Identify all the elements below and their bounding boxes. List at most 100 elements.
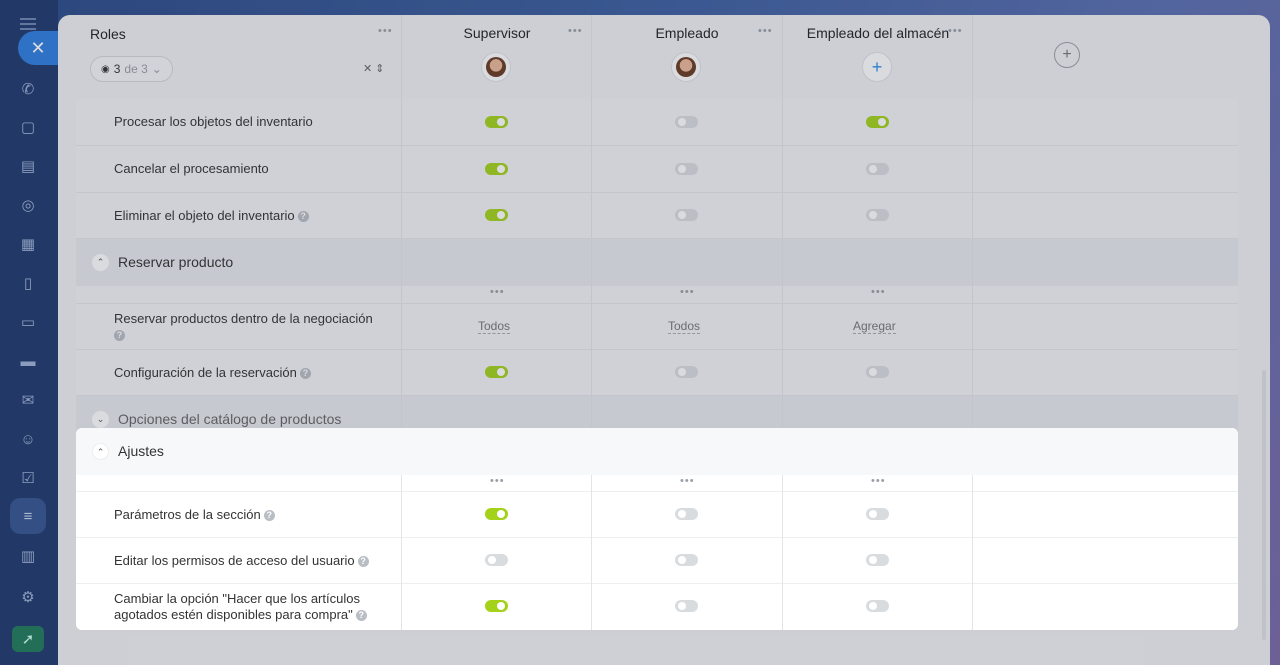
row-label-line2: agotados estén disponibles para compra" xyxy=(114,607,353,622)
toggle-supervisor[interactable] xyxy=(485,600,508,612)
value-supervisor[interactable]: Todos xyxy=(478,319,511,334)
section-title: Ajustes xyxy=(118,443,164,459)
column-divider xyxy=(591,15,592,443)
chat-bubble-icon[interactable]: ✆ xyxy=(17,78,39,100)
help-icon[interactable]: ? xyxy=(297,211,309,223)
row-label: Cancelar el procesamiento xyxy=(114,161,269,176)
toggle-almacen[interactable] xyxy=(866,163,889,175)
section-title: Opciones del catálogo de productos xyxy=(118,411,342,427)
collapse-expand-icon[interactable]: ✕ ⇕ xyxy=(363,62,385,75)
app-sidebar: ✆ ▢ ▤ ◎ ▦ ▯ ▭ ▬ ✉ ☺ ☑ ≡ ▥ ⚙ ➚ xyxy=(0,0,58,665)
toggle-almacen[interactable] xyxy=(866,554,889,566)
toggle-empleado[interactable] xyxy=(675,366,698,378)
table-row: Procesar los objetos del inventario xyxy=(76,99,1238,146)
toggle-supervisor[interactable] xyxy=(485,163,508,175)
toggle-empleado[interactable] xyxy=(675,600,698,612)
help-icon[interactable]: ? xyxy=(263,510,275,522)
add-member-button[interactable]: + xyxy=(862,52,892,82)
toggle-empleado[interactable] xyxy=(675,508,698,520)
card-icon[interactable]: ▬ xyxy=(17,350,39,372)
settings-gear-icon[interactable]: ⚙ xyxy=(17,586,39,608)
more-dots-icon[interactable]: ••• xyxy=(680,475,695,487)
row-label-line1: Cambiar la opción "Hacer que los artícul… xyxy=(114,591,360,606)
column-divider xyxy=(591,475,592,630)
toggle-supervisor[interactable] xyxy=(485,554,508,566)
toggle-empleado[interactable] xyxy=(675,116,698,128)
menu-icon[interactable] xyxy=(20,18,36,20)
calendar-icon[interactable]: ▦ xyxy=(17,233,39,255)
value-empleado[interactable]: Todos xyxy=(668,319,701,334)
chevron-down-icon[interactable]: ⌄ xyxy=(92,411,109,428)
row-label: Procesar los objetos del inventario xyxy=(114,114,313,129)
help-icon[interactable]: ? xyxy=(355,610,367,622)
chevron-up-icon[interactable]: ⌃ xyxy=(92,254,109,271)
section-settings-header[interactable]: ⌃ Ajustes xyxy=(76,428,1238,475)
counter-suffix: de 3 xyxy=(124,62,148,76)
circle-icon[interactable]: ◎ xyxy=(17,194,39,216)
table-row: Cambiar la opción "Hacer que los artícul… xyxy=(76,584,1238,630)
row-label: Eliminar el objeto del inventario xyxy=(114,208,295,223)
toggle-supervisor[interactable] xyxy=(485,209,508,221)
value-almacen[interactable]: Agregar xyxy=(853,319,896,334)
table-row: Eliminar el objeto del inventario? xyxy=(76,193,1238,239)
almacen-more-icon[interactable]: ••• xyxy=(948,25,963,37)
toggle-empleado[interactable] xyxy=(675,209,698,221)
empleado-more-icon[interactable]: ••• xyxy=(758,25,773,37)
table-row: Reservar productos dentro de la negociac… xyxy=(76,304,1238,350)
toggle-almacen[interactable] xyxy=(866,508,889,520)
filter-icon[interactable]: ≡ xyxy=(10,498,46,534)
contacts-icon[interactable]: ☺ xyxy=(17,428,39,450)
column-divider xyxy=(782,15,783,443)
presentation-icon[interactable]: ▭ xyxy=(17,311,39,333)
supervisor-more-icon[interactable]: ••• xyxy=(568,25,583,37)
more-dots-icon[interactable]: ••• xyxy=(490,475,505,487)
chevron-up-icon[interactable]: ⌃ xyxy=(92,443,109,460)
messages-icon[interactable]: ▢ xyxy=(17,116,39,138)
counter-value: 3 xyxy=(113,62,121,76)
more-dots-icon[interactable]: ••• xyxy=(680,286,695,298)
toggle-supervisor[interactable] xyxy=(485,116,508,128)
toggle-almacen[interactable] xyxy=(866,366,889,378)
column-divider xyxy=(401,15,402,443)
toggle-almacen[interactable] xyxy=(866,116,889,128)
table-header: Roles ••• ◉ 3 de 3 ⌄ ✕ ⇕ Supervisor ••• … xyxy=(76,15,1238,99)
row-label-wrap: Editar los permisos de acceso del usuari… xyxy=(114,553,369,569)
table-row: Editar los permisos de acceso del usuari… xyxy=(76,538,1238,584)
more-dots-icon[interactable]: ••• xyxy=(871,286,886,298)
help-icon[interactable]: ? xyxy=(114,330,125,342)
toggle-empleado[interactable] xyxy=(675,554,698,566)
toggle-supervisor[interactable] xyxy=(485,366,508,378)
mail-icon[interactable]: ✉ xyxy=(17,389,39,411)
tasks-icon[interactable]: ☑ xyxy=(17,467,39,489)
document-icon[interactable]: ▤ xyxy=(17,155,39,177)
scrollbar[interactable] xyxy=(1262,370,1266,640)
column-empleado: Empleado xyxy=(655,25,719,41)
more-dots-icon[interactable]: ••• xyxy=(871,475,886,487)
help-icon[interactable]: ? xyxy=(357,556,369,568)
role-counter[interactable]: ◉ 3 de 3 ⌄ xyxy=(90,56,173,82)
help-icon[interactable]: ? xyxy=(299,368,311,380)
toggle-supervisor[interactable] xyxy=(485,508,508,520)
empleado-avatar[interactable] xyxy=(671,52,701,82)
rocket-icon[interactable]: ➚ xyxy=(12,626,44,652)
roles-title: Roles xyxy=(90,26,126,42)
close-button[interactable]: ✕ xyxy=(18,31,58,65)
schedule-icon[interactable]: ▥ xyxy=(17,545,39,567)
section-reserve[interactable]: ⌃ Reservar producto xyxy=(76,239,1238,286)
roles-more-icon[interactable]: ••• xyxy=(378,25,393,37)
toggle-almacen[interactable] xyxy=(866,600,889,612)
more-dots-icon[interactable]: ••• xyxy=(490,286,505,298)
column-divider xyxy=(401,475,402,630)
eye-icon: ◉ xyxy=(101,63,110,75)
column-divider xyxy=(972,475,973,630)
row-label-wrap: Eliminar el objeto del inventario? xyxy=(114,208,309,224)
toggle-almacen[interactable] xyxy=(866,209,889,221)
table-row: Configuración de la reservación? xyxy=(76,350,1238,396)
add-column-button[interactable]: + xyxy=(1054,42,1080,68)
toggle-empleado[interactable] xyxy=(675,163,698,175)
column-empleado-almacen: Empleado del almacén xyxy=(806,25,950,41)
file-icon[interactable]: ▯ xyxy=(17,272,39,294)
supervisor-avatar[interactable] xyxy=(481,52,511,82)
chevron-down-icon: ⌄ xyxy=(151,62,162,76)
column-divider xyxy=(782,475,783,630)
